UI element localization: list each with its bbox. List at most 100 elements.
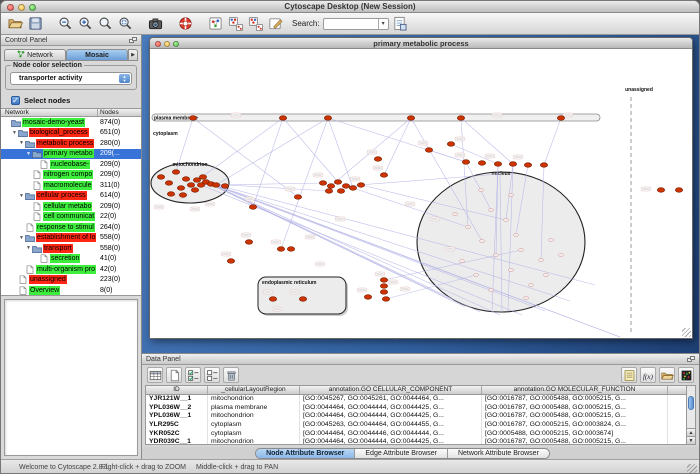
table-row[interactable]: YLR295Ccytoplasm[GO:0045263, GO:0044464,…: [146, 421, 686, 430]
column-header-1[interactable]: _cellularLayoutRegion: [208, 386, 300, 394]
graph-node-small[interactable]: [508, 193, 513, 196]
graph-node[interactable]: [325, 189, 332, 194]
tree-row-unassigned[interactable]: unassigned223(0): [1, 275, 141, 286]
tree-row-nucleobase-[interactable]: nucleobase-209(0): [1, 159, 141, 170]
tree-row-biological-process[interactable]: ▼biological_process651(0): [1, 128, 141, 139]
graph-node-small[interactable]: [523, 296, 528, 299]
graph-node[interactable]: [509, 162, 516, 167]
graph-node[interactable]: [327, 184, 334, 189]
graph-node[interactable]: [380, 290, 387, 295]
attribute-matrix-icon[interactable]: [678, 367, 694, 383]
tab-network-attribute-browser[interactable]: Network Attribute Browser: [448, 449, 549, 458]
birds-eye-view[interactable]: [4, 299, 138, 456]
tree-column-network[interactable]: Network: [1, 109, 98, 116]
delete-attribute-icon[interactable]: [223, 367, 239, 383]
graph-edge[interactable]: [544, 118, 561, 165]
graph-node[interactable]: [380, 278, 387, 283]
table-row[interactable]: YPL036W__1mitochondrion[GO:0044464, GO:0…: [146, 412, 686, 421]
close-window-button[interactable]: [7, 4, 14, 11]
tree-row-mosaic-demo-yeast[interactable]: mosaic-demo-yeast874(0): [1, 117, 141, 128]
function-builder-icon[interactable]: f(x): [640, 367, 656, 383]
annotation-icon[interactable]: [266, 15, 284, 33]
graph-node[interactable]: [380, 173, 387, 178]
graph-node[interactable]: [334, 180, 341, 185]
column-header-3[interactable]: annotation.GO MOLECULAR_FUNCTION: [482, 386, 668, 394]
select-attributes-icon[interactable]: [185, 367, 201, 383]
graph-node[interactable]: [249, 205, 256, 210]
graph-node[interactable]: [319, 181, 326, 186]
graph-node[interactable]: [179, 193, 186, 198]
table-row[interactable]: YDR039C__1mitochondrion[GO:0044464, GO:0…: [146, 438, 686, 444]
graph-node[interactable]: [337, 189, 344, 194]
save-icon[interactable]: [26, 15, 44, 33]
create-attribute-icon[interactable]: [166, 367, 182, 383]
graph-node-small[interactable]: [473, 273, 478, 276]
graph-node[interactable]: [557, 116, 564, 121]
table-row[interactable]: YKR052Ccytoplasm[GO:0044464, GO:0044446,…: [146, 430, 686, 439]
graph-node[interactable]: [294, 195, 301, 200]
column-header-2[interactable]: annotation.GO CELLULAR_COMPONENT: [300, 386, 482, 394]
tree-expander-icon[interactable]: ▼: [18, 193, 25, 199]
region-plasma-membrane[interactable]: [152, 114, 600, 121]
graph-node[interactable]: [189, 116, 196, 121]
graph-edge[interactable]: [328, 118, 353, 188]
graph-node[interactable]: [374, 157, 381, 162]
tab-mosaic[interactable]: Mosaic: [66, 49, 128, 61]
graph-node[interactable]: [157, 175, 164, 180]
zoom-out-icon[interactable]: [56, 15, 74, 33]
graph-node-small[interactable]: [488, 288, 493, 291]
tree-row-metabolic-process[interactable]: ▼metabolic process280(0): [1, 138, 141, 149]
zoom-in-icon[interactable]: [76, 15, 94, 33]
graph-node[interactable]: [227, 259, 234, 264]
zoom-fit-icon[interactable]: [116, 15, 134, 33]
graph-node[interactable]: [357, 183, 364, 188]
tree-row-transport[interactable]: ▼transport558(0): [1, 243, 141, 254]
tree-row-establishment-of-lo[interactable]: ▼establishment of lo558(0): [1, 233, 141, 244]
tree-row-cellular-metabo[interactable]: cellular metabo209(0): [1, 201, 141, 212]
graph-node-small[interactable]: [558, 253, 563, 256]
open-file-icon[interactable]: [6, 15, 24, 33]
graph-edge[interactable]: [216, 183, 323, 185]
graph-node[interactable]: [425, 148, 432, 153]
graph-node-small[interactable]: [452, 212, 457, 215]
scroll-up-button[interactable]: ▲: [687, 428, 695, 436]
graph-node-small[interactable]: [528, 283, 533, 286]
tree-row-primary-metabo[interactable]: ▼primary metabo209(...: [1, 149, 141, 160]
window-resize-grip[interactable]: [682, 328, 691, 337]
import-attributes-icon[interactable]: [659, 367, 675, 383]
graph-node[interactable]: [380, 284, 387, 289]
tree-row-cellular-process[interactable]: ▼cellular process614(0): [1, 191, 141, 202]
scrollbar-thumb[interactable]: [688, 396, 694, 410]
attribute-browser-icon[interactable]: [391, 15, 409, 33]
graph-node[interactable]: [407, 116, 414, 121]
network-graph[interactable]: plasma membranecytoplasmmitochondrionnuc…: [150, 49, 692, 338]
search-input[interactable]: ▾: [323, 18, 389, 30]
search-dropdown-caret-icon[interactable]: ▾: [378, 19, 388, 29]
graph-node[interactable]: [221, 184, 228, 189]
graph-node[interactable]: [540, 163, 547, 168]
tree-row-nitrogen-compo[interactable]: nitrogen compo209(0): [1, 170, 141, 181]
notes-icon[interactable]: [621, 367, 637, 383]
tree-expander-icon[interactable]: ▼: [25, 245, 32, 251]
tree-row-secretion[interactable]: secretion41(0): [1, 254, 141, 265]
graph-node[interactable]: [177, 186, 184, 191]
zoom-view-button[interactable]: [173, 41, 179, 47]
network-canvas[interactable]: plasma membranecytoplasmmitochondrionnuc…: [150, 49, 692, 338]
graph-node-small[interactable]: [465, 225, 470, 228]
snapshot-camera-icon[interactable]: [146, 15, 164, 33]
tree-expander-icon[interactable]: ▼: [18, 235, 25, 241]
graph-node-small[interactable]: [518, 248, 523, 251]
graph-node[interactable]: [447, 142, 454, 147]
tree-expander-icon[interactable]: ▼: [11, 130, 18, 136]
app-resize-grip[interactable]: [687, 464, 697, 474]
network-window-titlebar[interactable]: primary metabolic process: [150, 38, 692, 49]
graph-node[interactable]: [172, 170, 179, 175]
tree-expander-icon[interactable]: ▼: [25, 151, 32, 157]
graph-node[interactable]: [182, 177, 189, 182]
float-panel-icon[interactable]: [129, 37, 137, 44]
graph-node[interactable]: [199, 175, 206, 180]
graph-node[interactable]: [279, 116, 286, 121]
tree-row-overview[interactable]: Overview8(0): [1, 285, 141, 296]
graph-node-small[interactable]: [548, 238, 553, 241]
graph-node[interactable]: [165, 181, 172, 186]
